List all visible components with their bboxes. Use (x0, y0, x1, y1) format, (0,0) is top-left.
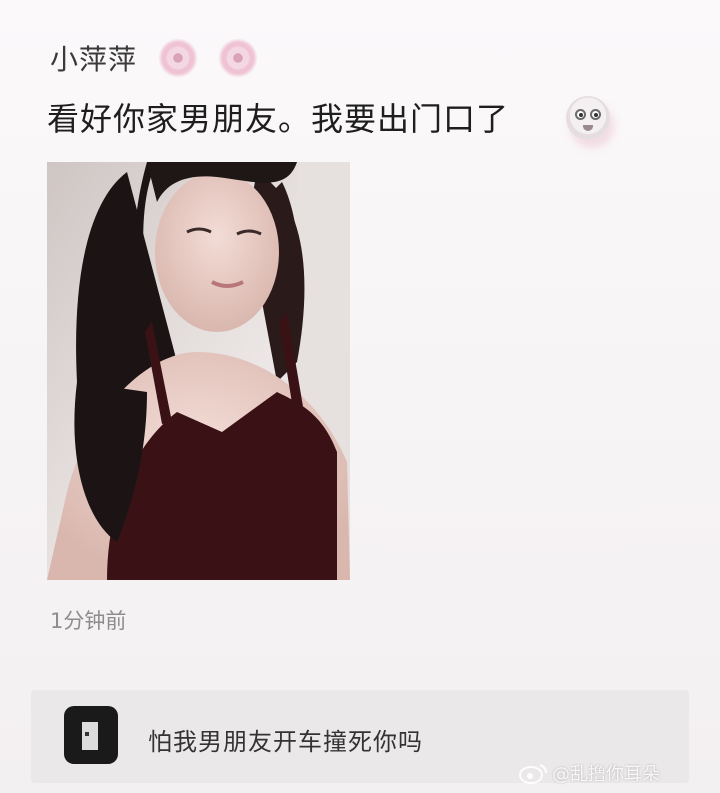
flower-emoji-icon (218, 38, 258, 78)
shocked-face-emoji-icon (566, 96, 610, 140)
door-avatar-icon[interactable] (64, 706, 118, 764)
watermark-text: @乱撸你耳朵 (552, 764, 660, 785)
post-text: 看好你家男朋友。我要出门口了 (47, 100, 510, 138)
social-post-screenshot: 小萍萍 看好你家男朋友。我要出门口了 1分钟前 怕我男朋友开车撞死你吗 @乱撸你… (0, 0, 720, 793)
flower-emoji-icon (158, 38, 198, 78)
post-username[interactable]: 小萍萍 (50, 38, 137, 78)
post-timestamp: 1分钟前 (50, 609, 127, 633)
watermark: @乱撸你耳朵 (518, 760, 660, 786)
weibo-logo-icon (519, 764, 547, 784)
comment-text: 怕我男朋友开车撞死你吗 (148, 728, 423, 756)
portrait-image (47, 162, 350, 580)
post-photo[interactable] (47, 162, 350, 580)
